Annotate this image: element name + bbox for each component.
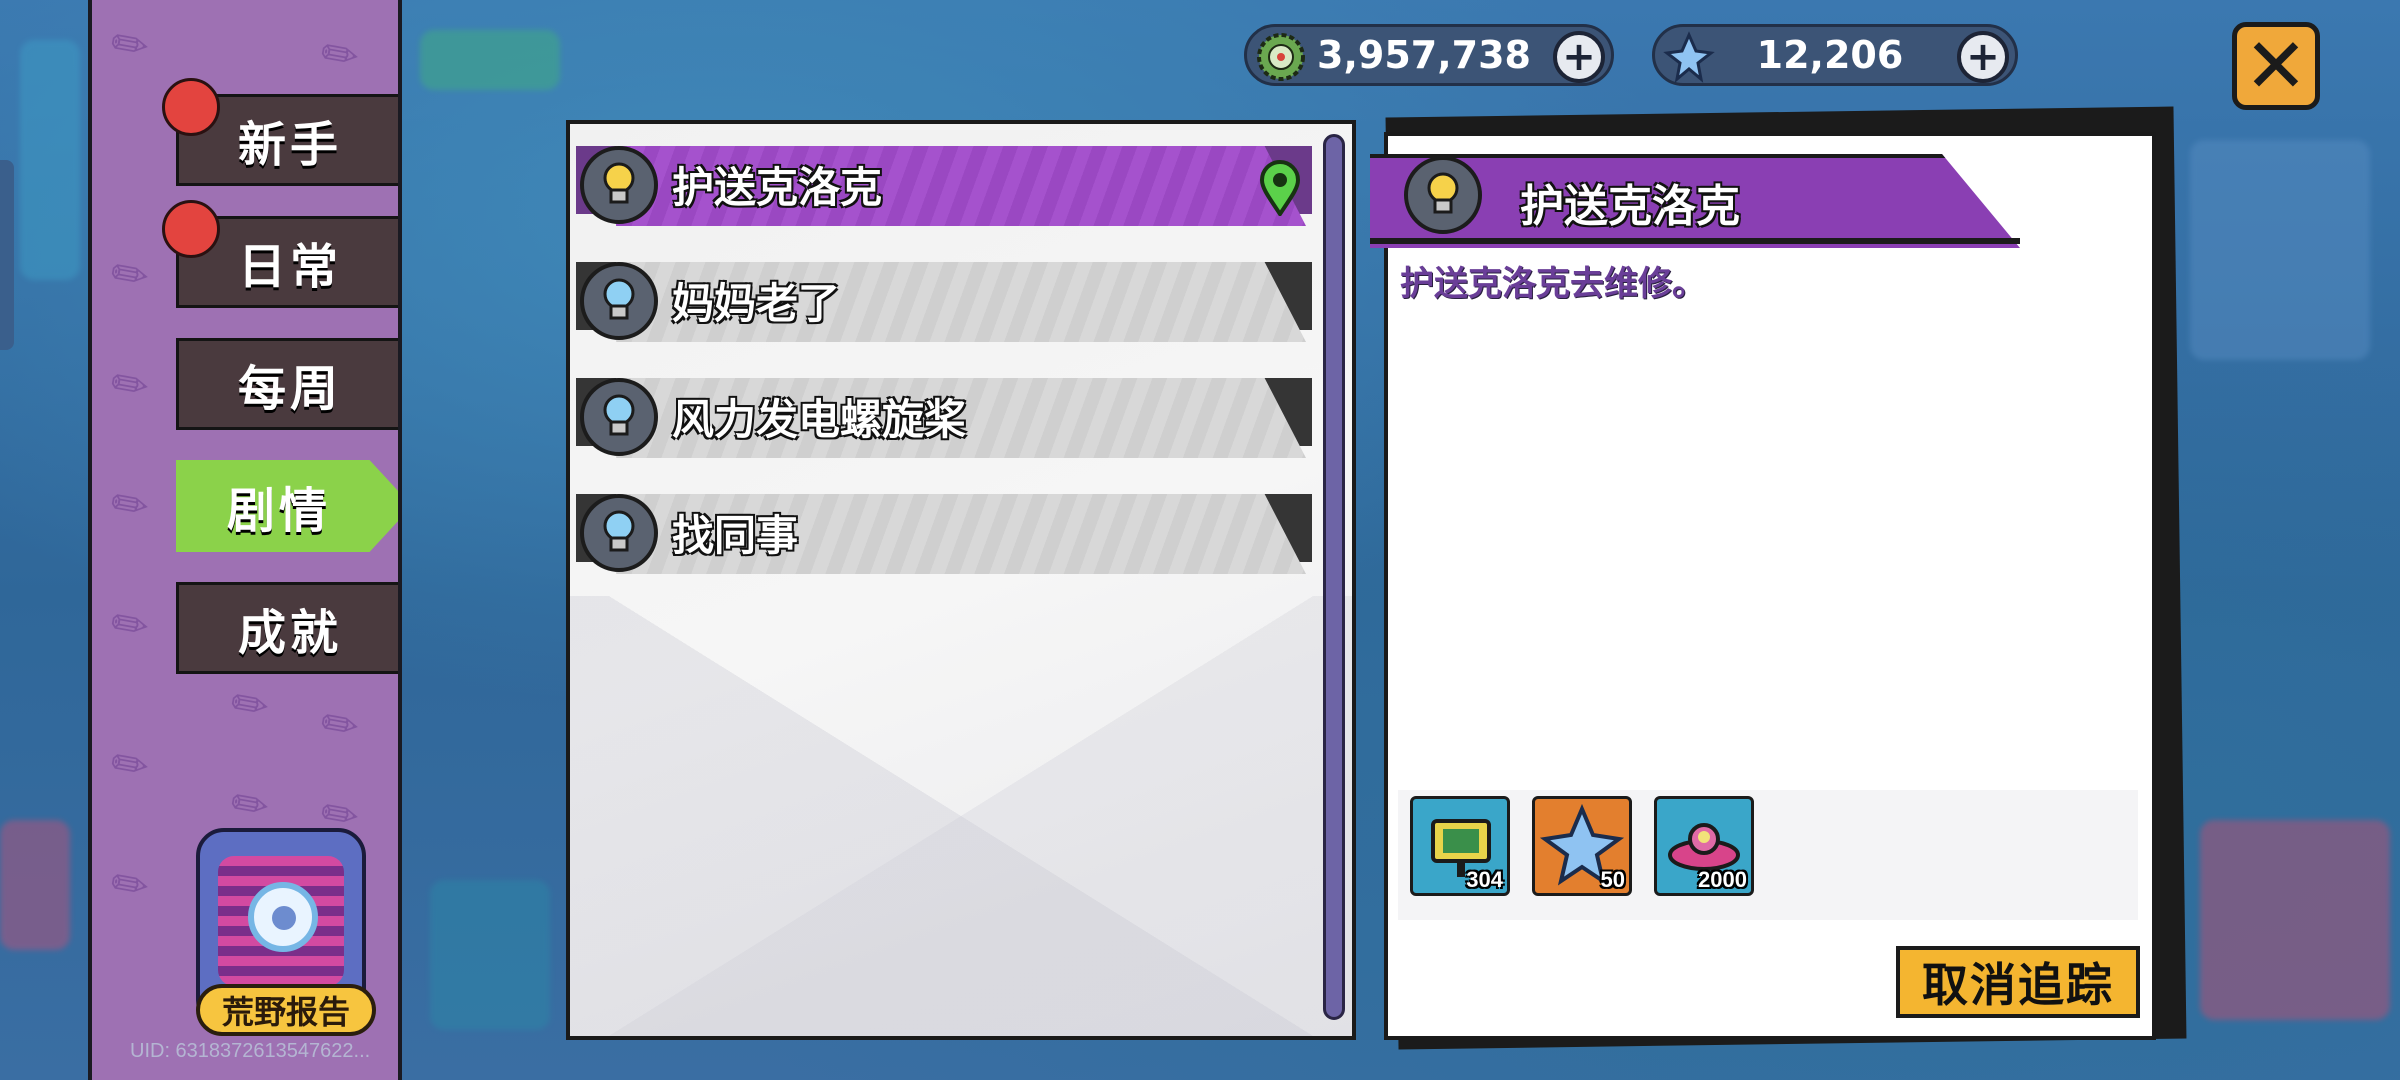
background-shape xyxy=(2190,140,2370,360)
pencil-pattern-icon: ✎ xyxy=(100,594,161,657)
reward-item[interactable]: 50 xyxy=(1532,796,1632,896)
lightbulb-yellow-icon xyxy=(580,146,658,224)
location-pin-icon xyxy=(1259,160,1301,216)
lightbulb-blue-icon xyxy=(580,378,658,456)
pencil-pattern-icon: ✎ xyxy=(310,694,371,757)
pencil-pattern-icon: ✎ xyxy=(100,474,161,537)
quest-item[interactable]: 找同事 xyxy=(576,494,1312,574)
quest-list-panel xyxy=(566,120,1356,1040)
reward-quantity: 50 xyxy=(1600,867,1625,892)
quest-title: 风力发电螺旋桨 xyxy=(672,395,967,444)
eye-icon xyxy=(248,882,318,952)
uid-text: UID: 6318372613547622... xyxy=(130,1040,371,1062)
pencil-pattern-icon: ✎ xyxy=(220,674,281,737)
detail-header-underline xyxy=(1370,238,2020,244)
quest-title: 找同事 xyxy=(672,511,799,560)
quest-item-selected[interactable]: 护送克洛克 xyxy=(576,146,1312,226)
notification-badge xyxy=(162,200,220,258)
tab-label: 每周 xyxy=(237,361,342,417)
detail-description: 护送克洛克去维修。 xyxy=(1400,264,1706,304)
pencil-pattern-icon: ✎ xyxy=(100,354,161,417)
reward-item[interactable]: 304 xyxy=(1410,796,1510,896)
close-icon: ✕ xyxy=(2244,21,2308,110)
reward-quantity: 2000 xyxy=(1698,867,1747,892)
reward-item[interactable]: 2000 xyxy=(1654,796,1754,896)
quest-list-scrollbar[interactable] xyxy=(1323,134,1345,1020)
lightbulb-blue-icon xyxy=(580,494,658,572)
tab-label: 日常 xyxy=(237,239,342,295)
tab-label: 新手 xyxy=(237,117,342,173)
tab-label: 剧情 xyxy=(226,483,331,539)
pencil-pattern-icon: ✎ xyxy=(100,734,161,797)
reward-quantity: 304 xyxy=(1466,867,1503,892)
pencil-pattern-icon: ✎ xyxy=(310,24,371,87)
add-crystals-button[interactable]: + xyxy=(1957,31,2009,83)
background-shape xyxy=(20,40,80,280)
background-shape xyxy=(2200,820,2390,1020)
tab-label: 成就 xyxy=(237,605,342,661)
pencil-pattern-icon: ✎ xyxy=(100,244,161,307)
bottle-cap-icon xyxy=(1257,33,1305,81)
detail-title: 护送克洛克 xyxy=(1520,181,1740,232)
lightbulb-yellow-icon xyxy=(1404,156,1482,234)
tab-story[interactable]: 剧情 xyxy=(176,460,398,552)
currency-value: 3,957,738 xyxy=(1317,33,1531,77)
currency-bottle-caps: 3,957,738 + xyxy=(1244,24,1614,86)
quest-item[interactable]: 风力发电螺旋桨 xyxy=(576,378,1312,458)
background-shape xyxy=(430,880,550,1030)
currency-crystals: 12,206 + xyxy=(1652,24,2018,86)
blue-crystal-icon xyxy=(1663,31,1715,83)
report-screen xyxy=(218,856,344,986)
panel-pattern xyxy=(570,596,1352,1036)
close-button[interactable]: ✕ xyxy=(2232,22,2320,110)
quest-item[interactable]: 妈妈老了 xyxy=(576,262,1312,342)
tab-weekly[interactable]: 每周 xyxy=(176,338,398,430)
wilderness-report-button[interactable]: 荒野报告 xyxy=(166,818,426,1048)
lightbulb-blue-icon xyxy=(580,262,658,340)
add-bottle-caps-button[interactable]: + xyxy=(1553,31,1605,83)
background-shape xyxy=(420,30,560,90)
report-label: 荒野报告 xyxy=(196,984,376,1036)
quest-title: 护送克洛克 xyxy=(672,163,883,212)
quest-title: 妈妈老了 xyxy=(672,279,841,328)
pencil-pattern-icon: ✎ xyxy=(100,14,161,77)
pencil-pattern-icon: ✎ xyxy=(100,854,161,917)
notification-badge xyxy=(162,78,220,136)
tab-achievement[interactable]: 成就 xyxy=(176,582,398,674)
cancel-tracking-button[interactable]: 取消追踪 xyxy=(1896,946,2140,1018)
currency-value: 12,206 xyxy=(1756,33,1904,77)
edge-handle[interactable] xyxy=(0,160,14,350)
background-shape xyxy=(0,820,70,950)
